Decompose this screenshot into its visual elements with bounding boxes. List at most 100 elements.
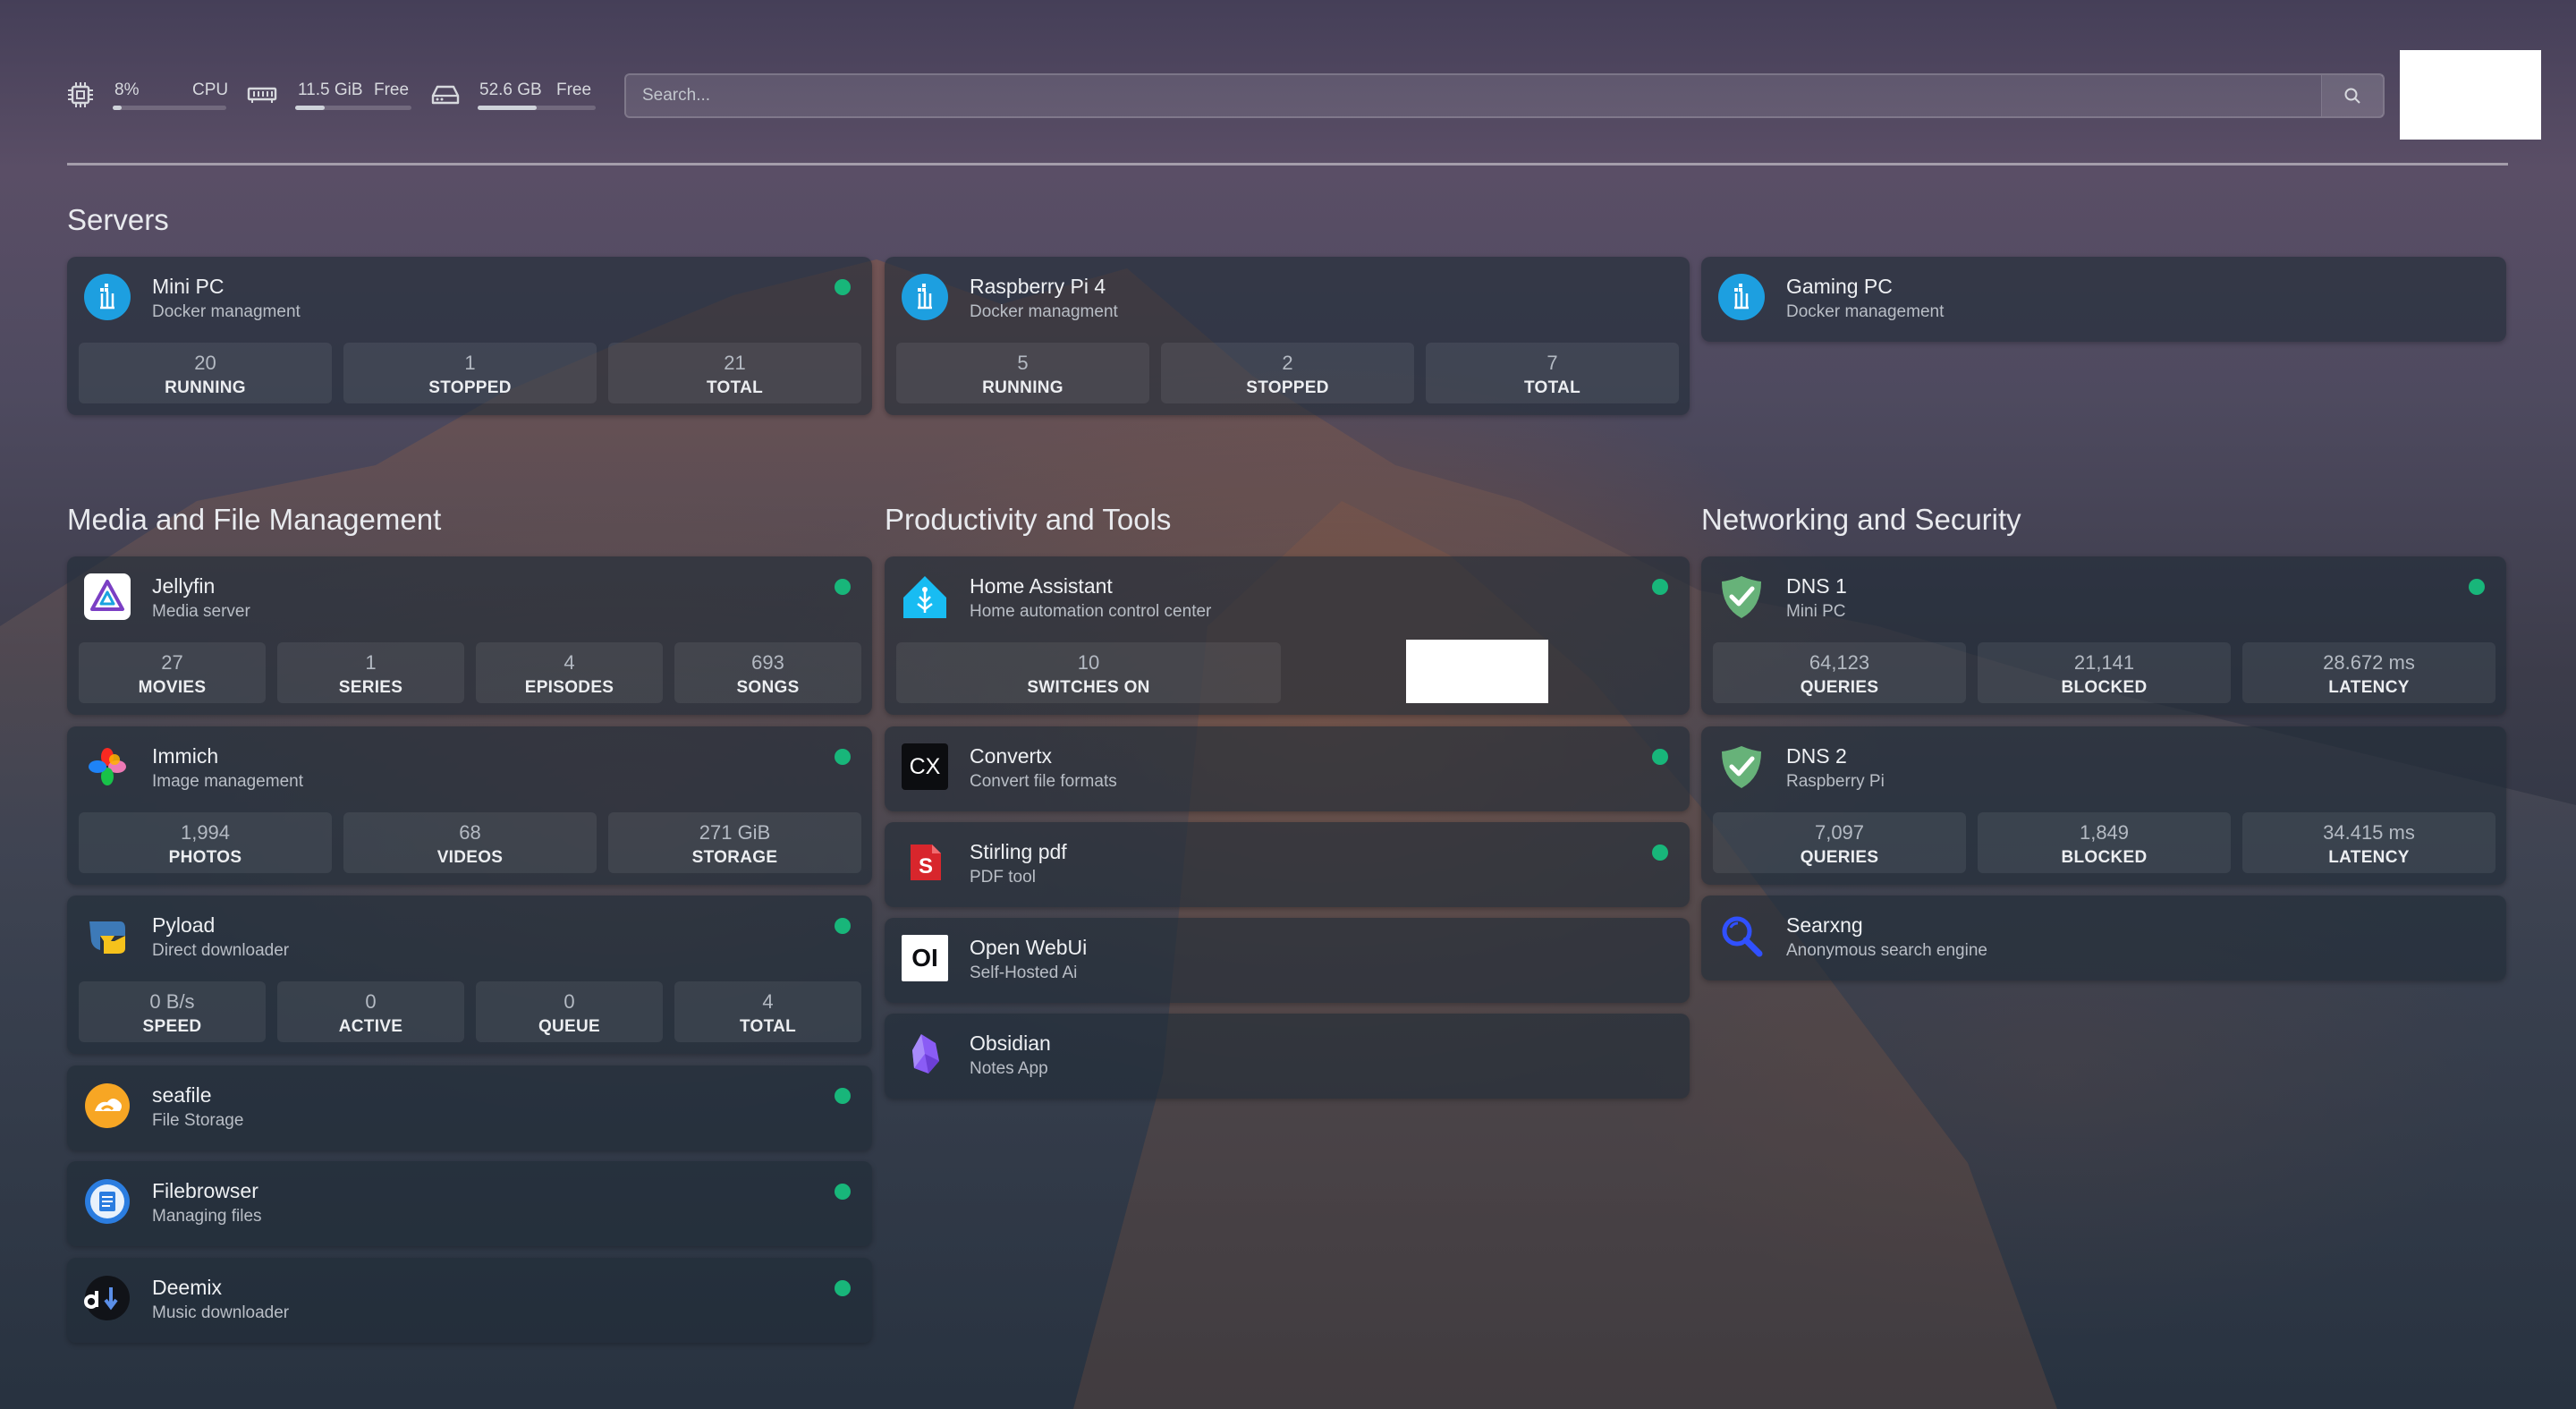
pyload-icon <box>89 921 125 954</box>
service-card-seafile[interactable]: seafile File Storage <box>67 1065 872 1150</box>
disk-icon <box>431 85 460 105</box>
stat-episodes: 4 EPISODES <box>476 642 663 703</box>
service-card-searxng[interactable]: Searxng Anonymous search engine <box>1701 895 2506 980</box>
stat-label: VIDEOS <box>436 848 504 867</box>
deemix-icon <box>84 1276 130 1320</box>
cpu-usage-bar <box>113 106 226 110</box>
stat-value: 4 <box>564 651 575 674</box>
svg-text:S: S <box>919 854 933 879</box>
server-card-gaming-pc[interactable]: Gaming PC Docker management <box>1701 257 2506 342</box>
stat-label: QUERIES <box>1800 848 1879 867</box>
stat-value: 1,849 <box>2079 821 2130 844</box>
stat-total: 7 TOTAL <box>1426 343 1679 403</box>
card-title: Deemix <box>152 1276 222 1299</box>
card-title: seafile <box>152 1083 212 1107</box>
status-indicator <box>835 279 851 295</box>
stat-value: 1,994 <box>180 821 231 844</box>
stat-stopped: 2 STOPPED <box>1161 343 1414 403</box>
section-title-productivity: Productivity and Tools <box>885 503 1172 536</box>
card-subtitle: Image management <box>152 772 303 791</box>
card-subtitle: Media server <box>152 602 250 621</box>
stat-latency: 28.672 ms LATENCY <box>2242 642 2496 703</box>
stat-label: SPEED <box>142 1017 202 1036</box>
stat-value: 28.672 ms <box>2323 651 2415 674</box>
stat-label: STORAGE <box>691 848 778 867</box>
card-title: Pyload <box>152 913 216 937</box>
stat-label: ACTIVE <box>338 1017 403 1036</box>
stat-value: 0 <box>564 990 575 1013</box>
stat-stopped: 1 STOPPED <box>343 343 597 403</box>
service-card-deemix[interactable]: Deemix Music downloader <box>67 1258 872 1343</box>
stat-label: RUNNING <box>165 378 246 397</box>
open-webui-icon: OI <box>902 935 948 981</box>
card-title: Home Assistant <box>970 574 1113 598</box>
search-icon <box>2344 88 2360 104</box>
card-title: Gaming PC <box>1786 275 1893 298</box>
stat-value: 7,097 <box>1814 821 1865 844</box>
card-title: Immich <box>152 744 219 768</box>
card-title: Open WebUi <box>970 936 1088 959</box>
stat-value: 2 <box>1282 352 1293 374</box>
stat-label: QUERIES <box>1800 678 1879 697</box>
service-card-filebrowser[interactable]: Filebrowser Managing files <box>67 1161 872 1246</box>
service-card-dns-2[interactable]: DNS 2 Raspberry Pi 7,097 QUERIES 1,849 BLO… <box>1701 726 2506 885</box>
stat-label: STOPPED <box>428 378 512 397</box>
card-title: Searxng <box>1786 913 1863 937</box>
stat-label: SONGS <box>736 678 800 697</box>
stat-label: PHOTOS <box>168 848 242 867</box>
convertx-icon: CX <box>902 743 948 790</box>
stat-switches-on: 10 SWITCHES ON <box>896 642 1281 703</box>
status-indicator <box>1652 749 1668 765</box>
stat-value: 0 B/s <box>149 990 195 1013</box>
stat-value: 20 <box>194 352 216 374</box>
stat-label: QUEUE <box>538 1017 601 1036</box>
server-card-raspberry-pi-4[interactable]: Raspberry Pi 4 Docker managment 5 RUNNING… <box>885 257 1690 415</box>
server-card-mini-pc[interactable]: Mini PC Docker managment 20 RUNNING 1 STOP… <box>67 257 872 415</box>
searxng-icon <box>1722 916 1763 957</box>
immich-icon <box>89 748 126 785</box>
docker-icon <box>1718 274 1765 320</box>
card-subtitle: Direct downloader <box>152 941 290 960</box>
status-indicator <box>1652 579 1668 595</box>
adguard-icon <box>1722 746 1761 788</box>
stat-total: 21 TOTAL <box>608 343 861 403</box>
blank-widget <box>1406 640 1548 703</box>
stat-label: TOTAL <box>739 1017 797 1036</box>
service-card-stirling-pdf[interactable]: S Stirling pdf PDF tool <box>885 822 1690 907</box>
stat-storage: 271 GiB STORAGE <box>608 812 861 873</box>
card-subtitle: Home automation control center <box>970 602 1212 621</box>
service-card-convertx[interactable]: CX Convertx Convert file formats <box>885 726 1690 811</box>
service-card-pyload[interactable]: Pyload Direct downloader 0 B/s SPEED 0 ACT… <box>67 895 872 1054</box>
card-subtitle: Docker managment <box>152 302 301 321</box>
stat-videos: 68 VIDEOS <box>343 812 597 873</box>
cpu-usage-value: 8% <box>114 81 140 99</box>
stat-value: 21 <box>724 352 746 374</box>
search-button[interactable] <box>2321 75 2383 116</box>
stat-label: LATENCY <box>2328 678 2410 697</box>
cpu-icon <box>68 82 93 107</box>
status-indicator <box>835 918 851 934</box>
status-indicator <box>835 1280 851 1296</box>
service-card-dns-1[interactable]: DNS 1 Mini PC 64,123 QUERIES 21,141 BLOCKE… <box>1701 556 2506 715</box>
status-indicator <box>835 1088 851 1104</box>
service-card-immich[interactable]: Immich Image management 1,994 PHOTOS 68 VI… <box>67 726 872 885</box>
stat-queries: 64,123 QUERIES <box>1713 642 1966 703</box>
stat-value: 7 <box>1546 352 1558 374</box>
service-card-obsidian[interactable]: Obsidian Notes App <box>885 1014 1690 1099</box>
search-input[interactable] <box>626 75 2326 116</box>
service-card-home-assistant[interactable]: Home Assistant Home automation control c… <box>885 556 1690 715</box>
disk-free-value: 52.6 GB <box>479 81 542 99</box>
filebrowser-icon <box>85 1179 130 1224</box>
card-subtitle: Music downloader <box>152 1303 290 1322</box>
card-title: Convertx <box>970 744 1053 768</box>
disk-free-label: Free <box>556 81 592 99</box>
card-subtitle: Docker managment <box>970 302 1118 321</box>
card-title: Jellyfin <box>152 574 216 598</box>
service-card-open-webui[interactable]: OI Open WebUi Self-Hosted Ai <box>885 918 1690 1003</box>
section-title-networking: Networking and Security <box>1701 503 2021 536</box>
card-subtitle: PDF tool <box>970 868 1036 887</box>
service-card-jellyfin[interactable]: Jellyfin Media server 27 MOVIES 1 SERIES 4… <box>67 556 872 715</box>
status-indicator <box>835 749 851 765</box>
stat-value: 1 <box>365 651 377 674</box>
status-indicator <box>835 579 851 595</box>
